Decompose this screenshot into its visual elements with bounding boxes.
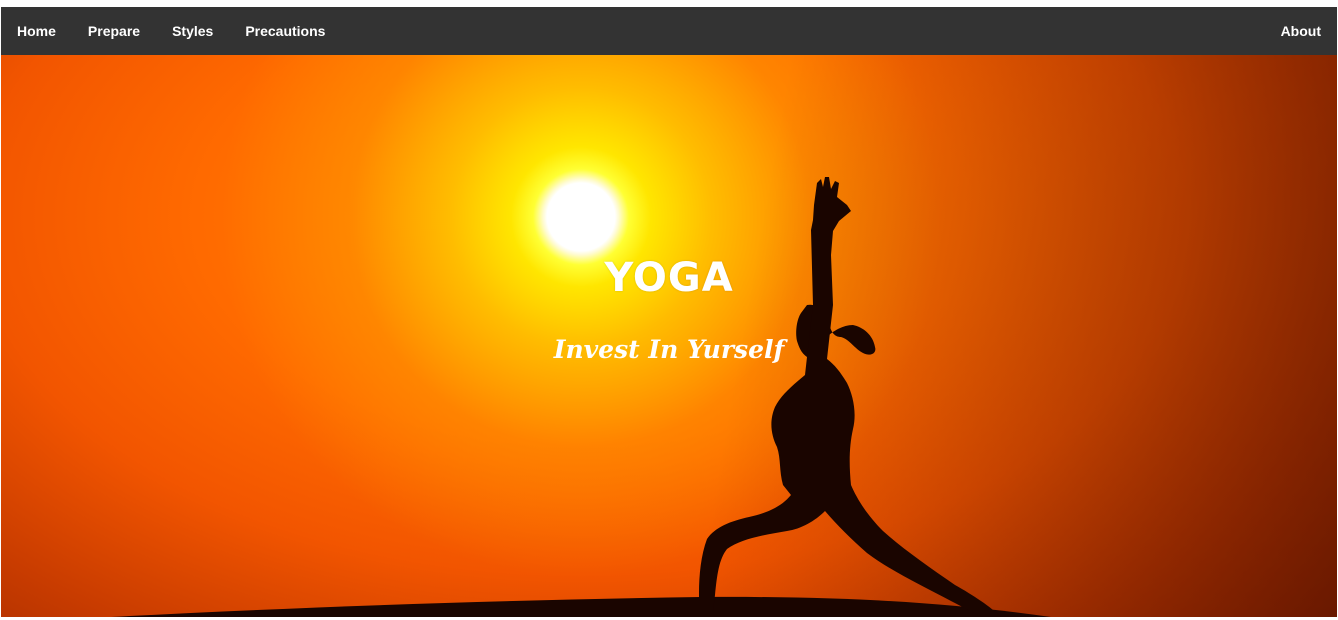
nav-about-link[interactable]: About (1265, 7, 1337, 55)
ground-hill (111, 596, 1051, 617)
page-frame: Home Prepare Styles Precautions About YO… (1, 7, 1337, 617)
nav-styles-link[interactable]: Styles (156, 7, 229, 55)
top-navbar: Home Prepare Styles Precautions About (1, 7, 1337, 55)
nav-prepare-link[interactable]: Prepare (72, 7, 156, 55)
nav-precautions-link[interactable]: Precautions (229, 7, 341, 55)
hero-banner: YOGA Invest In Yurself (1, 55, 1337, 617)
nav-home-link[interactable]: Home (1, 7, 72, 55)
hero-subtitle: Invest In Yurself (553, 335, 785, 364)
hero-title: YOGA (604, 255, 734, 301)
